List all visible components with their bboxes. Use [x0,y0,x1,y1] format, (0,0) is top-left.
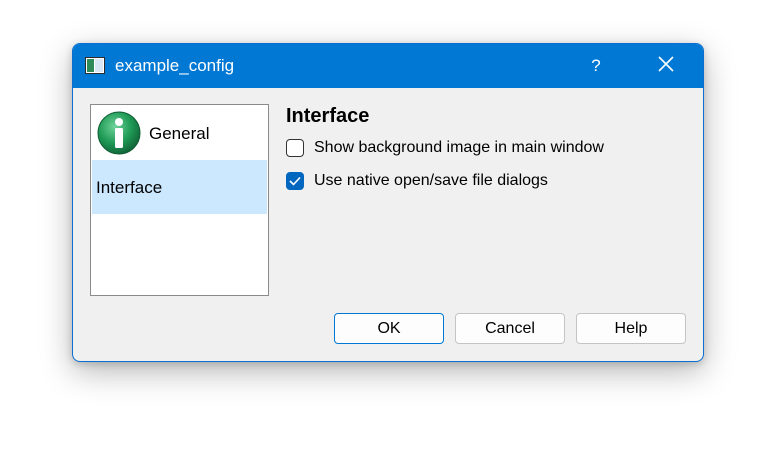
config-dialog: example_config ? General Interface Inter… [72,43,704,362]
close-button[interactable] [643,44,689,88]
option-label: Show background image in main window [314,139,604,156]
sidebar-item-label: Interface [96,178,163,197]
option-label: Use native open/save file dialogs [314,172,548,189]
context-help-button[interactable]: ? [573,44,619,88]
close-icon [657,55,675,78]
help-button[interactable]: Help [576,313,686,344]
app-window-icon [85,57,105,74]
checkmark-icon [289,176,301,186]
sidebar-item-interface[interactable]: Interface [92,160,267,214]
sidebar-item-general[interactable]: General [92,106,267,160]
checkbox-checked[interactable] [286,172,304,190]
cancel-button[interactable]: Cancel [455,313,565,344]
ok-button[interactable]: OK [334,313,444,344]
checkbox-unchecked[interactable] [286,139,304,157]
option-native-file-dialogs[interactable]: Use native open/save file dialogs [286,170,548,192]
section-title: Interface [286,105,370,127]
help-glyph: ? [591,56,601,75]
option-show-background-image[interactable]: Show background image in main window [286,137,604,159]
category-list: General Interface [90,104,269,296]
info-icon [97,111,141,155]
sidebar-item-label: General [149,124,210,143]
title-bar[interactable]: example_config ? [73,44,703,88]
window-title: example_config [115,56,235,75]
